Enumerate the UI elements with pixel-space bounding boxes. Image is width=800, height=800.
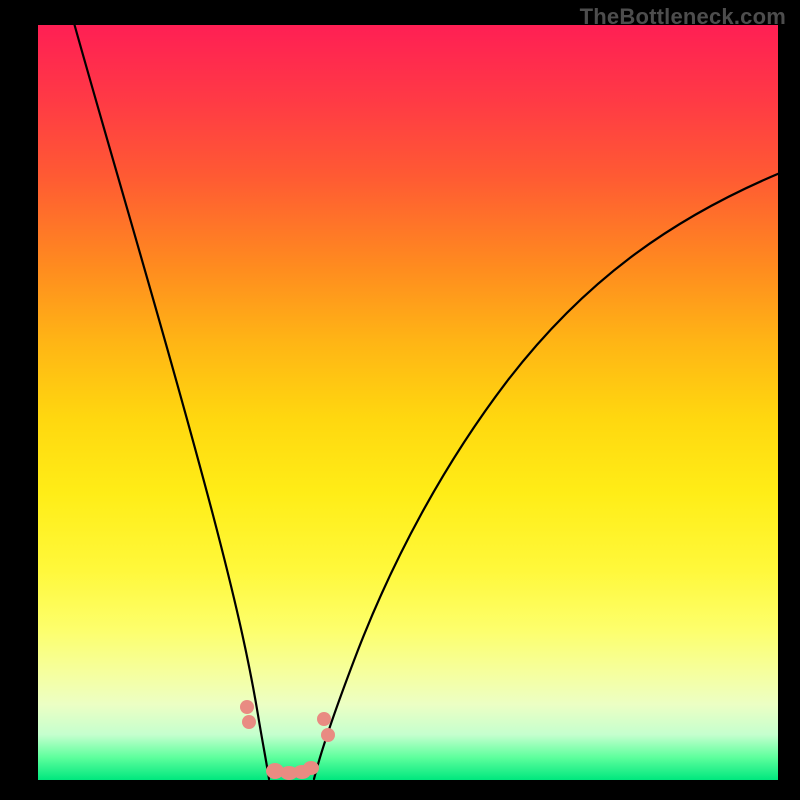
data-point (242, 715, 256, 729)
attribution-text: TheBottleneck.com (580, 4, 786, 30)
curve-left (74, 23, 269, 779)
chart-frame: TheBottleneck.com (0, 0, 800, 800)
data-point (240, 700, 254, 714)
data-point (303, 761, 319, 775)
chart-svg (38, 25, 778, 780)
plot-area (38, 25, 778, 780)
data-point (321, 728, 335, 742)
curve-right (314, 173, 780, 779)
data-point (317, 712, 331, 726)
